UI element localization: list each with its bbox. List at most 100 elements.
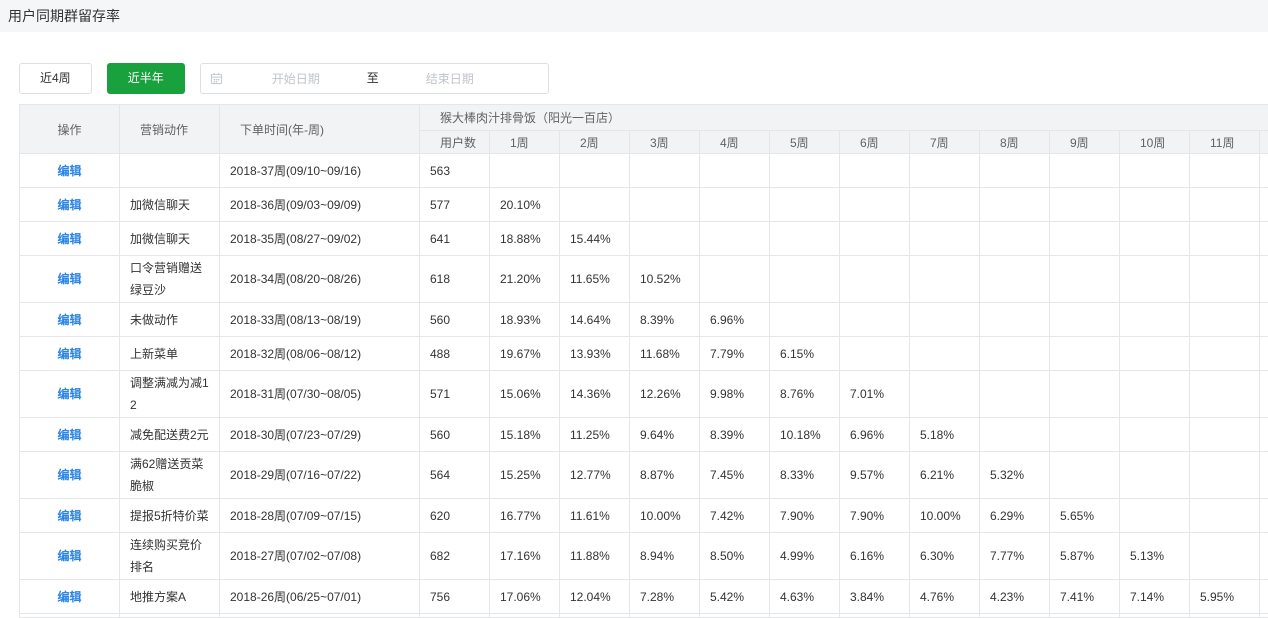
order-week-cell: 2018-27周(07/02~07/08): [219, 532, 420, 580]
empty-cell: [1119, 336, 1190, 371]
retention-cell: 8.33%: [769, 451, 840, 499]
action-cell: 编辑: [19, 579, 120, 614]
empty-cell: [1119, 498, 1190, 533]
table-row: 编辑 2018-37周(09/10~09/16) 563: [19, 153, 1268, 188]
empty-cell: [1189, 370, 1260, 418]
edit-link[interactable]: 编辑: [57, 313, 81, 327]
empty-cell: [839, 153, 910, 188]
campaign-cell: 地推方案A: [119, 579, 220, 614]
empty-cell: [1189, 613, 1260, 618]
clipped-cell: [1258, 255, 1268, 303]
edit-link[interactable]: 编辑: [57, 272, 81, 286]
empty-cell: [769, 302, 840, 337]
edit-link[interactable]: 编辑: [57, 347, 81, 361]
table-row: 编辑 加微信聊天 2018-35周(08/27~09/02) 641 18.88% 15.…: [19, 221, 1268, 256]
table-row: 编辑 连续购买竞价排名 2018-27周(07/02~07/08) 682 17.16%…: [19, 532, 1268, 580]
edit-link[interactable]: 编辑: [57, 509, 81, 523]
edit-link[interactable]: 编辑: [57, 590, 81, 604]
empty-cell: [19, 613, 120, 618]
retention-cell: 4.63%: [769, 579, 840, 614]
end-date-input[interactable]: [386, 65, 513, 92]
empty-cell: [1189, 187, 1260, 222]
empty-cell: [769, 221, 840, 256]
empty-cell: [839, 255, 910, 303]
empty-cell: [1189, 336, 1260, 371]
empty-cell: [1119, 370, 1190, 418]
retention-cell: 15.18%: [489, 417, 560, 452]
table-row: 编辑 减免配送费2元 2018-30周(07/23~07/29) 560 15.18% 1…: [19, 417, 1268, 452]
column-header-order-week: 下单时间(年-周): [219, 104, 420, 154]
empty-cell: [839, 302, 910, 337]
empty-cell: [1119, 255, 1190, 303]
column-header-week-3: 3周: [629, 130, 700, 154]
empty-cell: [629, 613, 700, 618]
calendar-icon: [201, 64, 233, 93]
order-week-cell: 2018-29周(07/16~07/22): [219, 451, 420, 499]
campaign-cell: 提报5折特价菜: [119, 498, 220, 533]
empty-cell: [1049, 255, 1120, 303]
order-week-cell: 2018-31周(07/30~08/05): [219, 370, 420, 418]
retention-cell: 5.13%: [1119, 532, 1190, 580]
page-title: 用户同期群留存率: [8, 8, 120, 24]
empty-cell: [1119, 153, 1190, 188]
start-date-input[interactable]: [232, 65, 359, 92]
table-row-partial: [19, 613, 1268, 618]
table-body: 编辑 2018-37周(09/10~09/16) 563 编辑 加微信聊天 2018-36…: [19, 153, 1268, 618]
retention-cell: 8.94%: [629, 532, 700, 580]
retention-cell: 17.06%: [489, 579, 560, 614]
order-week-cell: 2018-28周(07/09~07/15): [219, 498, 420, 533]
user-count-cell: 560: [419, 302, 490, 337]
retention-cell: 7.42%: [699, 498, 770, 533]
range-button-4-weeks[interactable]: 近4周: [19, 63, 92, 94]
table-row: 编辑 上新菜单 2018-32周(08/06~08/12) 488 19.67% 13.9…: [19, 336, 1268, 371]
retention-cell: 18.93%: [489, 302, 560, 337]
empty-cell: [839, 221, 910, 256]
action-cell: 编辑: [19, 498, 120, 533]
empty-cell: [1119, 417, 1190, 452]
retention-cell: 12.77%: [559, 451, 630, 499]
empty-cell: [1049, 187, 1120, 222]
date-range-picker[interactable]: 至: [199, 63, 549, 94]
empty-cell: [1189, 221, 1260, 256]
empty-cell: [1189, 451, 1260, 499]
title-bar: 用户同期群留存率: [0, 0, 1268, 32]
campaign-cell: 连续购买竞价排名: [119, 532, 220, 580]
empty-cell: [909, 187, 980, 222]
column-header-week-4: 4周: [699, 130, 770, 154]
column-header-week-2: 2周: [559, 130, 630, 154]
table-row: 编辑 加微信聊天 2018-36周(09/03~09/09) 577 20.10%: [19, 187, 1268, 222]
empty-cell: [559, 187, 630, 222]
retention-cell: 11.68%: [629, 336, 700, 371]
edit-link[interactable]: 编辑: [57, 387, 81, 401]
edit-link[interactable]: 编辑: [57, 232, 81, 246]
retention-cell: 6.16%: [839, 532, 910, 580]
edit-link[interactable]: 编辑: [57, 164, 81, 178]
action-cell: 编辑: [19, 451, 120, 499]
retention-cell: 16.77%: [489, 498, 560, 533]
edit-link[interactable]: 编辑: [57, 198, 81, 212]
edit-link[interactable]: 编辑: [57, 549, 81, 563]
store-header: 猴大棒肉汁排骨饭（阳光一百店）: [418, 104, 1268, 131]
empty-cell: [979, 302, 1050, 337]
edit-link[interactable]: 编辑: [57, 468, 81, 482]
user-count-cell: 571: [419, 370, 490, 418]
table-row: 编辑 满62赠送贡菜脆椒 2018-29周(07/16~07/22) 564 15.25…: [19, 451, 1268, 499]
empty-cell: [1119, 613, 1190, 618]
empty-cell: [419, 613, 490, 618]
order-week-cell: 2018-36周(09/03~09/09): [219, 187, 420, 222]
clipped-cell: [1258, 451, 1268, 499]
column-header-week-6: 6周: [839, 130, 910, 154]
order-week-cell: 2018-26周(06/25~07/01): [219, 579, 420, 614]
retention-cell: 15.44%: [559, 221, 630, 256]
retention-cell: 8.50%: [699, 532, 770, 580]
range-button-half-year[interactable]: 近半年: [106, 63, 185, 94]
empty-cell: [1049, 302, 1120, 337]
user-count-cell: 620: [419, 498, 490, 533]
retention-cell: 6.96%: [699, 302, 770, 337]
clipped-cell: [1258, 498, 1268, 533]
empty-cell: [1049, 153, 1120, 188]
empty-cell: [1119, 302, 1190, 337]
empty-cell: [489, 613, 560, 618]
edit-link[interactable]: 编辑: [57, 428, 81, 442]
empty-cell: [979, 613, 1050, 618]
